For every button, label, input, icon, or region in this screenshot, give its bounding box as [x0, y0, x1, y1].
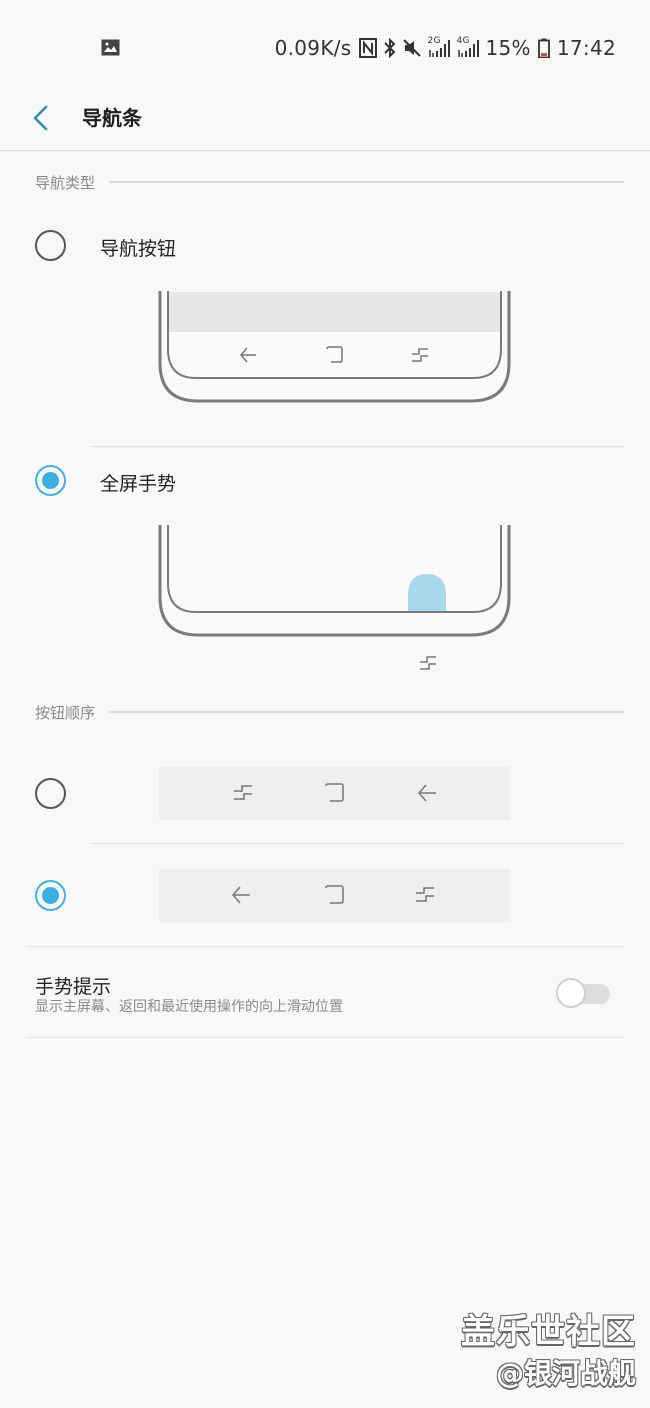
- toggle-thumb: [556, 978, 586, 1008]
- image-icon: [101, 39, 120, 56]
- section-title: 按钮顺序: [35, 703, 96, 722]
- section-header-nav-type: 导航类型: [35, 172, 624, 192]
- signal-2g: 2G: [427, 36, 450, 58]
- page-title: 导航条: [82, 106, 142, 130]
- battery-icon: [537, 38, 550, 58]
- home-icon: [326, 346, 343, 363]
- section-divider: [26, 946, 624, 947]
- order-bar-recents-home-back[interactable]: [159, 767, 510, 820]
- mute-icon: [402, 39, 421, 57]
- signal-tag-4g: 4G: [456, 36, 470, 46]
- section-divider: [26, 1037, 624, 1038]
- option-divider: [90, 843, 624, 844]
- watermark-title: 盖乐世社区: [461, 1312, 636, 1352]
- watermark-author: @银河战舰: [495, 1357, 636, 1390]
- gesture-hint-title[interactable]: 手势提示: [35, 972, 111, 999]
- network-speed: 0.09K/s: [274, 36, 352, 60]
- section-title: 导航类型: [35, 173, 96, 192]
- recents-icon: [416, 887, 434, 902]
- home-icon: [325, 783, 344, 802]
- app-bar: 导航条: [0, 96, 650, 151]
- radio-order-recents-home-back[interactable]: [35, 778, 66, 809]
- recents-icon: [420, 656, 436, 670]
- clock: 17:42: [556, 36, 616, 60]
- option-label-nav-buttons[interactable]: 导航按钮: [100, 234, 176, 261]
- back-button[interactable]: [24, 101, 58, 135]
- recents-icon: [234, 785, 252, 800]
- home-icon: [325, 885, 344, 904]
- back-icon: [240, 347, 256, 363]
- signal-tag-2g: 2G: [427, 36, 441, 46]
- battery-percent: 15%: [485, 36, 531, 60]
- gesture-hint-description: 显示主屏幕、返回和最近使用操作的向上滑动位置: [35, 999, 343, 1015]
- back-icon: [232, 886, 250, 904]
- status-bar: 0.09K/s 2G 4G 15% 17:42: [0, 0, 650, 96]
- radio-fullscreen-gestures[interactable]: [35, 465, 66, 496]
- gestures-illustration: [158, 525, 511, 640]
- gesture-handle: [408, 574, 446, 611]
- back-arrow-icon: [33, 105, 48, 131]
- radio-order-back-home-recents[interactable]: [35, 880, 66, 911]
- option-label-fullscreen-gestures[interactable]: 全屏手势: [100, 469, 176, 496]
- nfc-icon: [358, 38, 377, 58]
- section-rule: [109, 181, 624, 183]
- option-divider: [90, 446, 624, 447]
- signal-4g: 4G: [456, 36, 479, 58]
- gesture-hint-toggle[interactable]: [556, 978, 611, 1008]
- nav-buttons-illustration: [158, 291, 511, 404]
- section-header-button-order: 按钮顺序: [35, 702, 624, 722]
- recents-icon: [412, 348, 428, 362]
- radio-nav-buttons[interactable]: [35, 230, 66, 261]
- back-icon: [418, 784, 436, 802]
- order-bar-back-home-recents[interactable]: [159, 869, 510, 922]
- bluetooth-icon: [383, 38, 395, 58]
- section-rule: [109, 711, 624, 713]
